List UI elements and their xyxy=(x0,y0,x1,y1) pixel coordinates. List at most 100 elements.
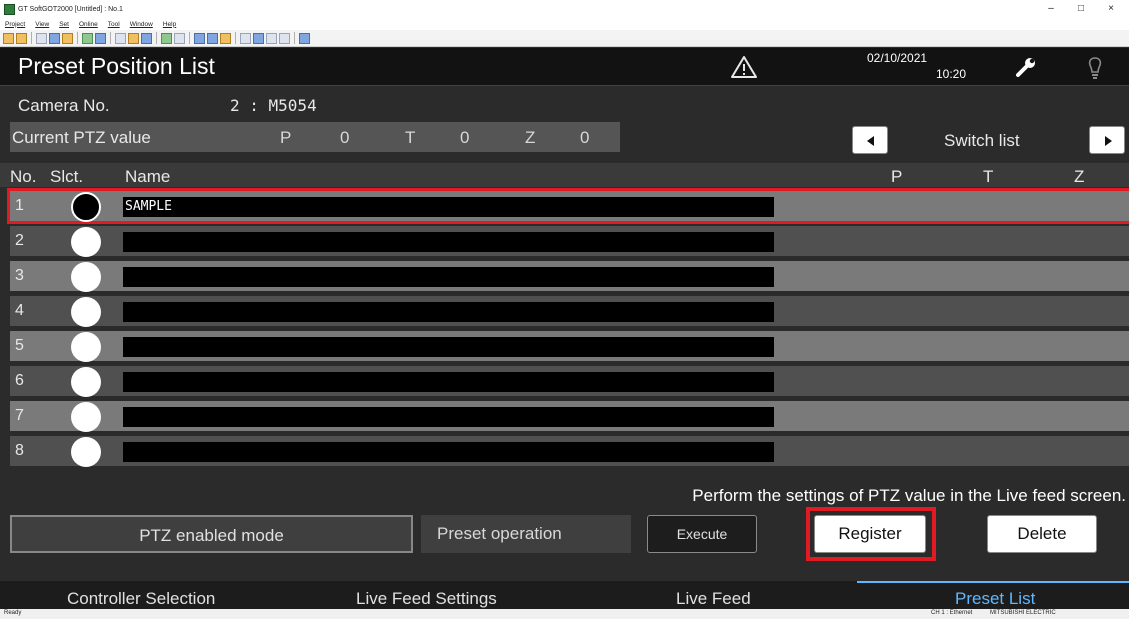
screen-header: Preset Position List 02/10/2021 10:20 xyxy=(0,48,1129,86)
toolbar-window2-icon[interactable] xyxy=(279,32,290,44)
prev-list-button[interactable] xyxy=(852,126,888,154)
page-title: Preset Position List xyxy=(18,53,215,79)
row-number: 7 xyxy=(15,407,24,424)
row-number: 2 xyxy=(15,232,24,249)
toolbar-zoom-icon[interactable] xyxy=(240,32,251,44)
toolbar-property-icon[interactable] xyxy=(220,32,231,44)
toolbar-run-icon[interactable] xyxy=(161,32,172,44)
toolbar-separator xyxy=(31,32,32,44)
row-select-radio[interactable] xyxy=(71,262,101,292)
toolbar-stop-icon[interactable] xyxy=(174,32,185,44)
col-no: No. xyxy=(10,167,37,186)
table-row[interactable]: 8 xyxy=(10,436,1129,467)
toolbar-device-icon[interactable] xyxy=(207,32,218,44)
toolbar xyxy=(0,30,1129,47)
app-icon xyxy=(4,3,15,15)
camera-label: Camera No. xyxy=(18,96,110,115)
next-list-button[interactable] xyxy=(1089,126,1125,154)
tab-preset-list[interactable]: Preset List xyxy=(955,589,1035,609)
close-button[interactable]: × xyxy=(1097,0,1125,18)
toolbar-window-icon[interactable] xyxy=(266,32,277,44)
toolbar-save-icon[interactable] xyxy=(36,32,47,44)
toolbar-write-icon[interactable] xyxy=(128,32,139,44)
time-display: 10:20 xyxy=(936,67,967,81)
toolbar-print-icon[interactable] xyxy=(49,32,60,44)
toolbar-read-icon[interactable] xyxy=(115,32,126,44)
col-select: Slct. xyxy=(50,167,84,186)
menu-help[interactable]: Help xyxy=(163,21,176,28)
row-select-radio[interactable] xyxy=(71,367,101,397)
toolbar-open-icon[interactable] xyxy=(16,32,27,44)
col-p: P xyxy=(891,167,903,186)
active-tab-indicator xyxy=(857,581,1129,583)
row-name-field[interactable] xyxy=(123,442,774,462)
tab-live-feed-settings[interactable]: Live Feed Settings xyxy=(356,589,497,609)
toolbar-separator xyxy=(110,32,111,44)
delete-button[interactable]: Delete xyxy=(987,515,1097,553)
bottom-nav: Controller Selection Live Feed Settings … xyxy=(0,581,1129,609)
maximize-button[interactable]: □ xyxy=(1067,0,1095,18)
row-select-radio[interactable] xyxy=(71,332,101,362)
preset-operation-panel: Preset operation xyxy=(421,515,631,553)
row-select-radio[interactable] xyxy=(71,192,101,222)
col-name: Name xyxy=(125,167,171,186)
table-row[interactable]: 1 SAMPLE xyxy=(7,188,1129,224)
camera-value: 2 : M5054 xyxy=(230,96,317,115)
pan-label: P xyxy=(280,128,292,147)
execute-button[interactable]: Execute xyxy=(647,515,757,553)
row-select-radio[interactable] xyxy=(71,437,101,467)
menu-view[interactable]: View xyxy=(35,21,49,28)
tab-live-feed[interactable]: Live Feed xyxy=(676,589,751,609)
row-number: 4 xyxy=(15,302,24,319)
lightbulb-icon[interactable] xyxy=(1087,56,1103,80)
menu-online[interactable]: Online xyxy=(79,21,98,28)
toolbar-separator xyxy=(189,32,190,44)
row-select-radio[interactable] xyxy=(71,227,101,257)
row-name-field[interactable] xyxy=(123,267,774,287)
toolbar-project-icon[interactable] xyxy=(62,32,73,44)
row-name-field[interactable]: SAMPLE xyxy=(123,197,774,217)
row-select-radio[interactable] xyxy=(71,402,101,432)
toolbar-screen-icon[interactable] xyxy=(194,32,205,44)
tab-controller-selection[interactable]: Controller Selection xyxy=(67,589,215,609)
window-title: GT SoftGOT2000 [Untitled] : No.1 xyxy=(18,5,123,13)
menu-window[interactable]: Window xyxy=(130,21,153,28)
table-row[interactable]: 5 xyxy=(10,331,1129,362)
row-number: 1 xyxy=(15,197,24,214)
table-row[interactable]: 7 xyxy=(10,401,1129,432)
minimize-button[interactable]: – xyxy=(1037,0,1065,18)
table-row[interactable]: 6 xyxy=(10,366,1129,397)
zoom-label: Z xyxy=(525,128,536,147)
toolbar-help-icon[interactable] xyxy=(299,32,310,44)
warning-icon[interactable] xyxy=(731,55,757,79)
tilt-label: T xyxy=(405,128,416,147)
toolbar-keyboard-icon[interactable] xyxy=(253,32,264,44)
ptz-label: Current PTZ value xyxy=(12,128,151,147)
row-name-field[interactable] xyxy=(123,372,774,392)
toolbar-monitor-icon[interactable] xyxy=(95,32,106,44)
row-number: 5 xyxy=(15,337,24,354)
row-name-field[interactable] xyxy=(123,302,774,322)
row-number: 8 xyxy=(15,442,24,459)
menu-tool[interactable]: Tool xyxy=(108,21,120,28)
toolbar-separator xyxy=(235,32,236,44)
row-name-field[interactable] xyxy=(123,232,774,252)
table-row[interactable]: 4 xyxy=(10,296,1129,327)
toolbar-connect-icon[interactable] xyxy=(82,32,93,44)
table-row[interactable]: 3 xyxy=(10,261,1129,292)
menu-bar: Project View Set Online Tool Window Help xyxy=(0,18,1129,30)
col-t: T xyxy=(983,167,994,186)
table-row[interactable]: 2 xyxy=(10,226,1129,257)
menu-set[interactable]: Set xyxy=(59,21,69,28)
toolbar-separator xyxy=(156,32,157,44)
toolbar-verify-icon[interactable] xyxy=(141,32,152,44)
row-select-radio[interactable] xyxy=(71,297,101,327)
table-header: No. Slct. Name P T Z xyxy=(0,163,1129,187)
toolbar-new-icon[interactable] xyxy=(3,32,14,44)
row-name-field[interactable] xyxy=(123,337,774,357)
toolbar-separator xyxy=(77,32,78,44)
row-name-field[interactable] xyxy=(123,407,774,427)
menu-project[interactable]: Project xyxy=(5,21,25,28)
wrench-icon[interactable] xyxy=(1014,56,1038,78)
register-button[interactable]: Register xyxy=(814,515,926,553)
